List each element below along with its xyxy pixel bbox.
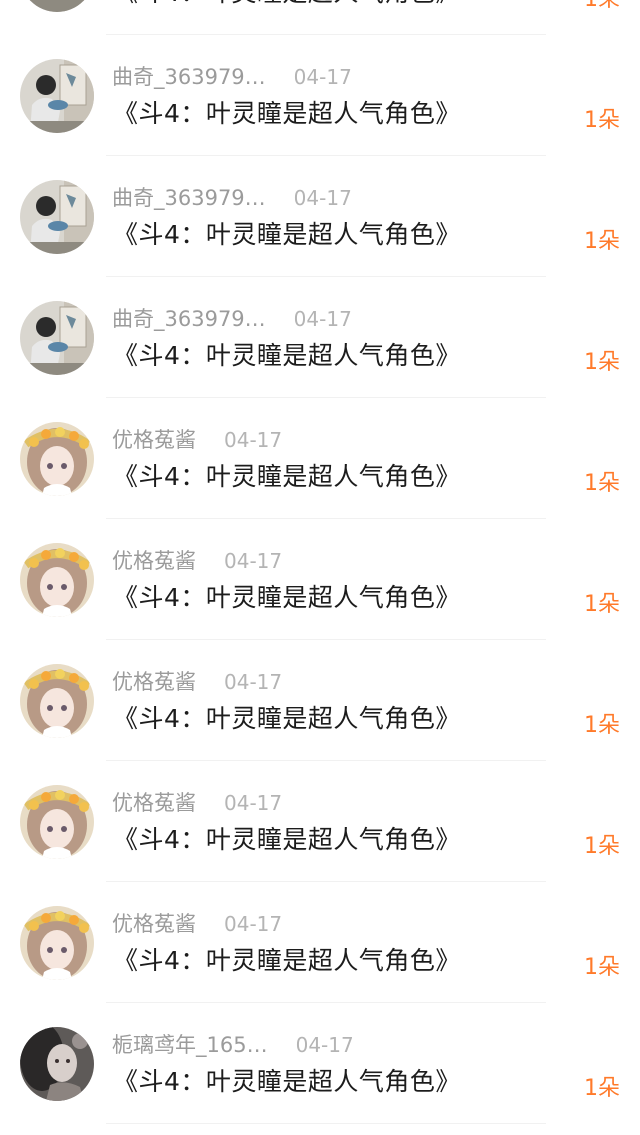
username[interactable]: 优格菟酱 <box>112 667 196 697</box>
book-title[interactable]: 《斗4：叶灵瞳是超人气角色》 <box>113 944 461 978</box>
record-meta: 曲奇_363979… 04-17 <box>112 62 352 92</box>
username[interactable]: 优格菟酱 <box>112 425 196 455</box>
gift-count: 1朵 <box>584 229 620 254</box>
avatar[interactable] <box>20 301 94 375</box>
list-item[interactable]: 曲奇_363979… 04-17 《斗4：叶灵瞳是超人气角色》 1朵 <box>0 156 640 277</box>
gift-count: 1朵 <box>584 955 620 980</box>
book-title[interactable]: 《斗4：叶灵瞳是超人气角色》 <box>113 339 461 373</box>
username[interactable]: 优格菟酱 <box>112 909 196 939</box>
book-title[interactable]: 《斗4：叶灵瞳是超人气角色》 <box>113 702 461 736</box>
username[interactable]: 曲奇_363979… <box>112 304 266 334</box>
list-item[interactable]: 优格菟酱 04-17 《斗4：叶灵瞳是超人气角色》 1朵 <box>0 519 640 640</box>
record-date: 04-17 <box>293 65 352 89</box>
record-meta: 优格菟酱 04-17 <box>112 546 282 576</box>
book-title[interactable]: 《斗4：叶灵瞳是超人气角色》 <box>113 823 461 857</box>
username[interactable]: 曲奇_363979… <box>112 62 266 92</box>
avatar[interactable] <box>20 422 94 496</box>
gift-count: 1朵 <box>584 713 620 738</box>
book-title[interactable]: 《斗4：叶灵瞳是超人气角色》 <box>113 1065 461 1099</box>
record-date: 04-17 <box>293 307 352 331</box>
list-item[interactable]: 优格菟酱 04-17 《斗4：叶灵瞳是超人气角色》 1朵 <box>0 882 640 1003</box>
list-item[interactable]: 曲奇_363979… 04-17 《斗4：叶灵瞳是超人气角色》 1朵 <box>0 277 640 398</box>
gift-count: 1朵 <box>584 1076 620 1101</box>
record-meta: 优格菟酱 04-17 <box>112 667 282 697</box>
avatar[interactable] <box>20 785 94 859</box>
gift-record-list: 曲奇_363979… 04-17 《斗4：叶灵瞳是超人气角色》 1朵 曲奇_363… <box>0 0 640 1124</box>
list-item[interactable]: 曲奇_363979…04-17 《斗4：叶灵瞳是超人气角色》 1朵 <box>0 0 640 35</box>
record-date: 04-17 <box>293 186 352 210</box>
book-title[interactable]: 《斗4：叶灵瞳是超人气角色》 <box>113 97 461 131</box>
username[interactable]: 优格菟酱 <box>112 546 196 576</box>
gift-count: 1朵 <box>584 471 620 496</box>
gift-count: 1朵 <box>584 834 620 859</box>
record-date: 04-17 <box>224 549 283 573</box>
avatar[interactable] <box>20 543 94 617</box>
record-meta: 曲奇_363979… 04-17 <box>112 183 352 213</box>
record-meta: 曲奇_363979… 04-17 <box>112 304 352 334</box>
avatar[interactable] <box>20 0 94 12</box>
gift-count: 1朵 <box>584 350 620 375</box>
record-date: 04-17 <box>295 1033 354 1057</box>
list-item[interactable]: 优格菟酱 04-17 《斗4：叶灵瞳是超人气角色》 1朵 <box>0 398 640 519</box>
avatar[interactable] <box>20 1027 94 1101</box>
avatar[interactable] <box>20 59 94 133</box>
record-meta: 优格菟酱 04-17 <box>112 909 282 939</box>
avatar[interactable] <box>20 906 94 980</box>
avatar[interactable] <box>20 664 94 738</box>
record-date: 04-17 <box>224 791 283 815</box>
list-item[interactable]: 栀璃鸢年_165… 04-17 《斗4：叶灵瞳是超人气角色》 1朵 <box>0 1003 640 1124</box>
record-date: 04-17 <box>224 670 283 694</box>
record-meta: 优格菟酱 04-17 <box>112 425 282 455</box>
list-item[interactable]: 优格菟酱 04-17 《斗4：叶灵瞳是超人气角色》 1朵 <box>0 761 640 882</box>
list-item[interactable]: 曲奇_363979… 04-17 《斗4：叶灵瞳是超人气角色》 1朵 <box>0 35 640 156</box>
username[interactable]: 栀璃鸢年_165… <box>112 1030 268 1060</box>
username[interactable]: 优格菟酱 <box>112 788 196 818</box>
record-date: 04-17 <box>224 912 283 936</box>
record-meta: 优格菟酱 04-17 <box>112 788 282 818</box>
divider <box>106 1123 546 1124</box>
record-date: 04-17 <box>224 428 283 452</box>
list-item[interactable]: 优格菟酱 04-17 《斗4：叶灵瞳是超人气角色》 1朵 <box>0 640 640 761</box>
book-title[interactable]: 《斗4：叶灵瞳是超人气角色》 <box>113 581 461 615</box>
book-title[interactable]: 《斗4：叶灵瞳是超人气角色》 <box>113 218 461 252</box>
book-title[interactable]: 《斗4：叶灵瞳是超人气角色》 <box>113 0 461 10</box>
gift-count: 1朵 <box>584 0 620 16</box>
gift-record-screen: { "records": [ {"avatar": "avatar-painte… <box>0 0 640 1135</box>
gift-count: 1朵 <box>584 108 620 133</box>
username[interactable]: 曲奇_363979… <box>112 183 266 213</box>
avatar[interactable] <box>20 180 94 254</box>
record-meta: 栀璃鸢年_165… 04-17 <box>112 1030 354 1060</box>
book-title[interactable]: 《斗4：叶灵瞳是超人气角色》 <box>113 460 461 494</box>
gift-count: 1朵 <box>584 592 620 617</box>
